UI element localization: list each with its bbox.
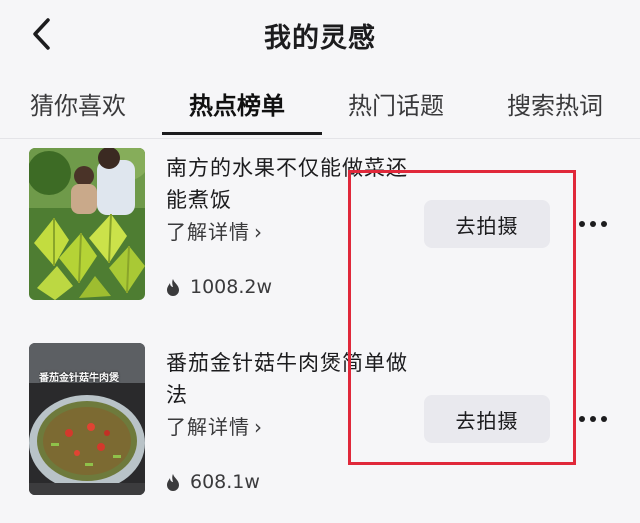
learn-more-link[interactable]: 了解详情 › (166, 411, 263, 440)
tab-bar: 猜你喜欢 热点榜单 热门话题 搜索热词 (0, 78, 640, 134)
view-count-value: 608.1w (190, 471, 260, 493)
thumbnail-caption: 番茄金针菇牛肉煲 (39, 373, 119, 384)
page-title: 我的灵感 (264, 23, 376, 54)
more-options-button[interactable] (579, 411, 607, 427)
go-shoot-button[interactable]: 去拍摄 (424, 395, 550, 443)
more-dot-icon (579, 221, 585, 227)
tab-search-trends[interactable]: 搜索热词 (507, 86, 603, 121)
flame-icon (167, 278, 179, 296)
view-count: 608.1w (166, 471, 260, 493)
view-count-value: 1008.2w (190, 276, 273, 298)
learn-more-label: 了解详情 (166, 220, 250, 244)
flame-icon (167, 473, 179, 491)
more-dot-icon (590, 416, 596, 422)
list-item[interactable]: 番茄金针菇牛肉煲 番茄金针菇牛肉煲简单做法 了解详情 › 608.1w 去拍摄 (0, 343, 640, 518)
item-title[interactable]: 南方的水果不仅能做菜还能煮饭 (166, 152, 426, 216)
more-options-button[interactable] (579, 216, 607, 232)
item-thumbnail[interactable] (29, 148, 145, 300)
item-title[interactable]: 番茄金针菇牛肉煲简单做法 (166, 347, 426, 411)
more-dot-icon (601, 221, 607, 227)
more-dot-icon (601, 416, 607, 422)
active-tab-indicator (162, 132, 322, 135)
item-thumbnail[interactable]: 番茄金针菇牛肉煲 (29, 343, 145, 495)
learn-more-link[interactable]: 了解详情 › (166, 216, 263, 245)
chevron-right-icon: › (254, 220, 263, 244)
view-count: 1008.2w (166, 276, 272, 298)
more-dot-icon (590, 221, 596, 227)
list-item[interactable]: 南方的水果不仅能做菜还能煮饭 了解详情 › 1008.2w 去拍摄 (0, 148, 640, 323)
go-shoot-button[interactable]: 去拍摄 (424, 200, 550, 248)
more-dot-icon (579, 416, 585, 422)
tab-divider (0, 138, 640, 139)
top-bar: 我的灵感 (0, 0, 640, 70)
learn-more-label: 了解详情 (166, 415, 250, 439)
tab-hot-topics[interactable]: 热门话题 (348, 86, 444, 121)
tab-hot-list[interactable]: 热点榜单 (189, 86, 285, 121)
chevron-right-icon: › (254, 415, 263, 439)
tab-guess-you-like[interactable]: 猜你喜欢 (30, 86, 126, 121)
